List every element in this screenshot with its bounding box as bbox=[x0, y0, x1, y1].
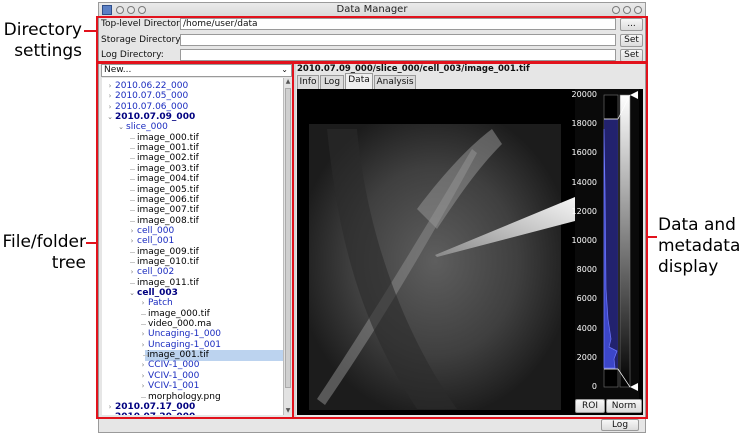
window-title: Data Manager bbox=[336, 4, 408, 15]
highlight-directory-settings bbox=[96, 16, 648, 63]
minimize-icon[interactable] bbox=[612, 6, 620, 14]
close-icon[interactable] bbox=[634, 6, 642, 14]
highlight-connector-tree bbox=[86, 242, 97, 244]
annotation-directory-settings: Directory settings bbox=[3, 20, 82, 61]
highlight-data-display bbox=[292, 62, 648, 419]
maximize-icon[interactable] bbox=[623, 6, 631, 14]
highlight-connector-display bbox=[647, 236, 657, 238]
annotation-file-tree: File/folder tree bbox=[2, 232, 86, 273]
log-button[interactable]: Log bbox=[601, 419, 639, 431]
highlight-connector-top bbox=[84, 30, 97, 32]
highlight-file-tree bbox=[96, 62, 294, 419]
annotation-data-display: Data and metadata display bbox=[658, 215, 741, 277]
